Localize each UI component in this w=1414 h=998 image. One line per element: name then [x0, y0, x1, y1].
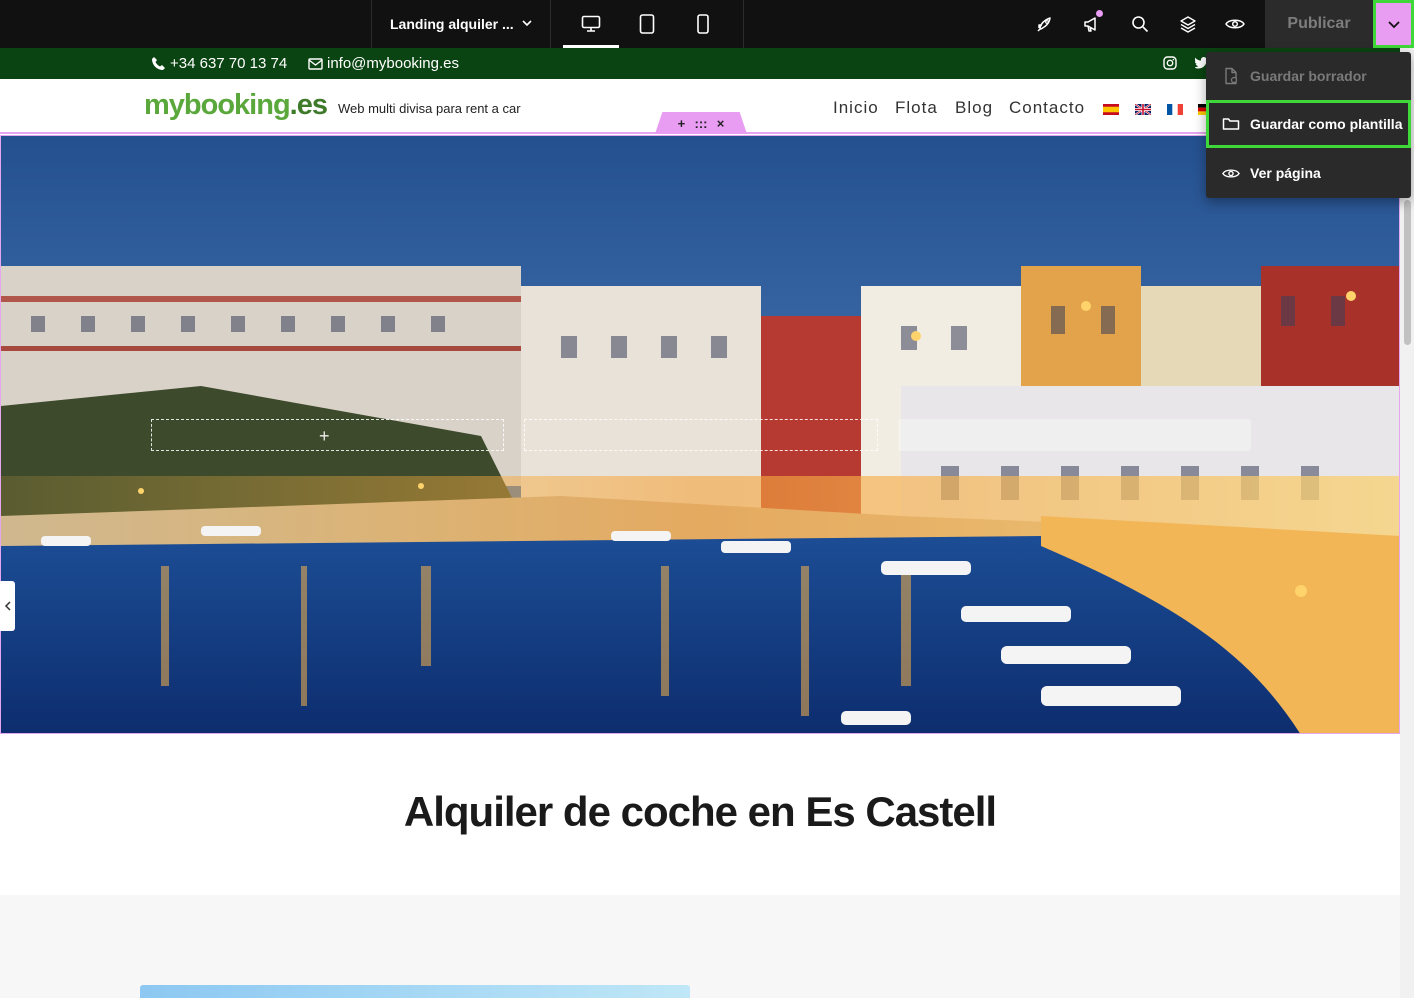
layers-button[interactable]	[1165, 0, 1211, 48]
publish-button[interactable]: Publicar	[1265, 0, 1373, 48]
file-icon	[1225, 67, 1238, 85]
tablet-icon	[639, 14, 655, 34]
publish-options-button[interactable]	[1373, 0, 1414, 48]
phone-number: +34 637 70 13 74	[170, 55, 288, 72]
preview-button[interactable]	[1212, 0, 1258, 48]
page-selector-label: Landing alquiler ...	[390, 16, 514, 32]
search-icon	[1132, 16, 1149, 33]
add-section-button[interactable]: +	[678, 116, 686, 131]
page-selector[interactable]: Landing alquiler ...	[371, 0, 551, 48]
nav-link-flota[interactable]: Flota	[895, 98, 938, 118]
chevron-down-icon	[1387, 21, 1400, 29]
eye-icon	[1222, 168, 1240, 178]
mobile-icon	[697, 14, 709, 34]
gb-flag[interactable]	[1135, 104, 1151, 115]
section-toolbar: + ::: ×	[655, 112, 747, 134]
add-element-icon[interactable]: +	[319, 426, 330, 447]
site-logo[interactable]: mybooking.es	[144, 89, 328, 122]
page-canvas: +34 637 70 13 74 info@mybooking.es myboo…	[0, 48, 1400, 998]
menu-item-label: Guardar borrador	[1250, 68, 1367, 84]
hero-image: +	[0, 135, 1400, 734]
site-tagline: Web multi divisa para rent a car	[338, 101, 521, 116]
menu-item-save-draft[interactable]: Guardar borrador	[1206, 52, 1411, 100]
nav-link-contacto[interactable]: Contacto	[1009, 98, 1085, 118]
page-headline: Alquiler de coche en Es Castell	[403, 788, 997, 835]
fr-flag[interactable]	[1167, 104, 1183, 115]
chevron-left-icon	[4, 601, 11, 611]
search-button[interactable]	[1117, 0, 1163, 48]
es-flag[interactable]	[1103, 104, 1119, 115]
nav-link-blog[interactable]: Blog	[955, 98, 993, 118]
drag-handle[interactable]: :::	[694, 116, 707, 131]
notification-dot	[1096, 10, 1103, 17]
search-field-placeholder[interactable]	[524, 419, 878, 451]
editor-toolbar: Landing alquiler ... Publicar	[0, 0, 1414, 48]
nav-link-inicio[interactable]: Inicio	[833, 98, 879, 118]
rocket-icon	[1037, 17, 1051, 32]
site-header: mybooking.es Web multi divisa para rent …	[0, 79, 1400, 134]
logo-text: mybooking	[144, 89, 291, 121]
email-address: info@mybooking.es	[327, 55, 459, 72]
contact-bar: +34 637 70 13 74 info@mybooking.es	[0, 48, 1400, 79]
device-mobile-button[interactable]	[675, 0, 731, 48]
sidebar-toggle-button[interactable]	[0, 581, 15, 631]
menu-item-label: Guardar como plantilla	[1250, 116, 1403, 132]
eye-icon	[1225, 19, 1245, 29]
device-desktop-button[interactable]	[563, 0, 619, 48]
menu-item-save-template[interactable]: Guardar como plantilla	[1206, 100, 1411, 148]
announcements-button[interactable]	[1070, 0, 1116, 48]
device-switcher	[551, 0, 744, 48]
menu-item-label: Ver página	[1250, 165, 1321, 181]
chevron-down-icon	[522, 20, 532, 27]
logo-suffix: .es	[289, 89, 328, 121]
remove-section-button[interactable]: ×	[717, 116, 725, 131]
folder-icon	[1222, 118, 1240, 130]
phone-icon	[152, 57, 165, 70]
instagram-icon[interactable]	[1163, 56, 1177, 70]
content-section	[0, 895, 1400, 998]
scrollbar-thumb[interactable]	[1404, 200, 1411, 345]
rocket-button[interactable]	[1022, 0, 1068, 48]
email-contact[interactable]: info@mybooking.es	[308, 55, 459, 72]
publish-options-menu: Guardar borrador Guardar como plantilla …	[1206, 52, 1411, 198]
phone-contact[interactable]: +34 637 70 13 74	[151, 55, 287, 72]
envelope-icon	[308, 57, 323, 70]
device-tablet-button[interactable]	[619, 0, 675, 48]
megaphone-icon	[1084, 17, 1096, 32]
desktop-icon	[581, 15, 601, 32]
search-button-placeholder[interactable]	[898, 419, 1251, 451]
content-card	[140, 985, 690, 998]
layers-icon	[1180, 16, 1196, 33]
menu-item-view-page[interactable]: Ver página	[1206, 149, 1411, 197]
